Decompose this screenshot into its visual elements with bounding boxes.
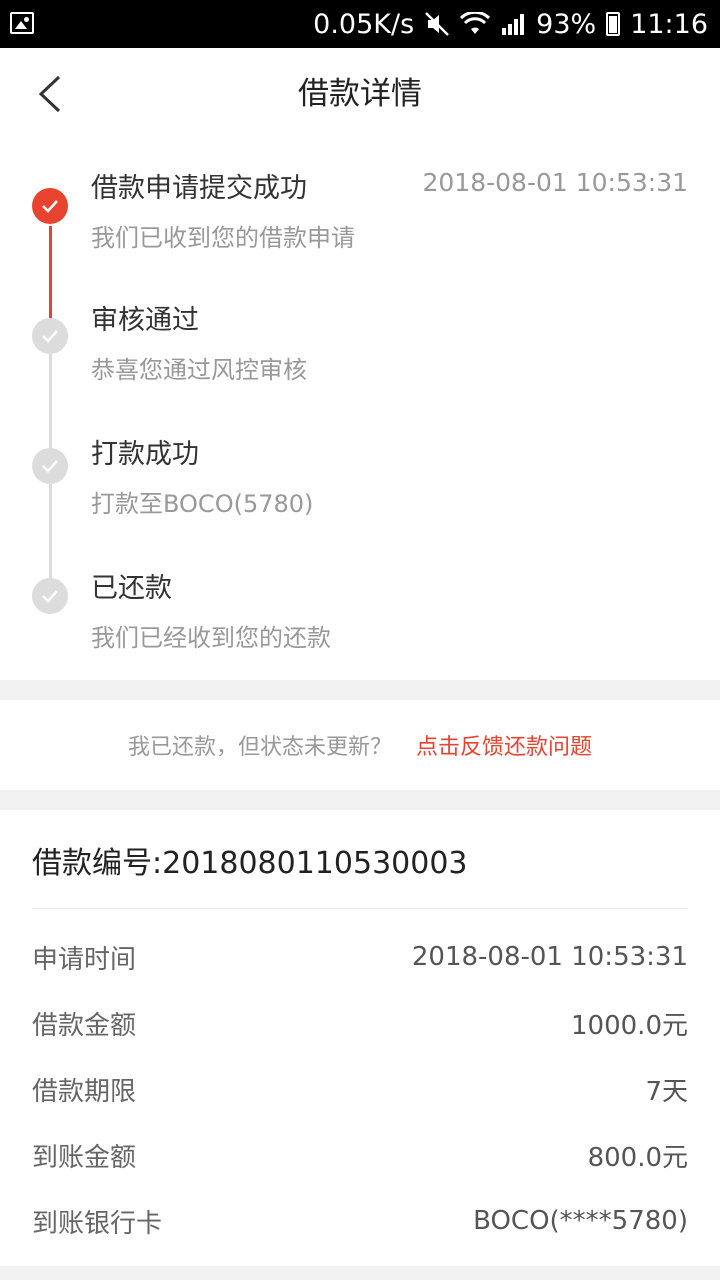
timeline-line [49,354,52,454]
signal-icon [500,12,526,36]
detail-value: 2018-08-01 10:53:31 [411,942,688,972]
detail-value: 7天 [645,1076,688,1107]
loan-progress-timeline: 借款申请提交成功 2018-08-01 10:53:31 我们已收到您的借款申请… [0,140,720,680]
step-desc: 打款至BOCO(5780) [91,490,314,518]
step-title: 审核通过 [91,305,199,336]
step-pending-icon [32,448,68,484]
detail-value: 800.0元 [587,1142,688,1173]
detail-label: 借款期限 [32,1076,137,1107]
app-header: 借款详情 [0,48,720,140]
step-title: 借款申请提交成功 [91,173,307,204]
detail-row-received-amount: 到账金额 800.0元 [32,1122,688,1188]
detail-row-bank-card: 到账银行卡 BOCO(****5780) [32,1188,688,1254]
battery-icon [606,12,621,36]
mute-icon [424,11,450,37]
feedback-link[interactable]: 点击反馈还款问题 [416,729,592,761]
wifi-icon [460,12,491,36]
detail-value: BOCO(****5780) [473,1206,688,1236]
step-title: 已还款 [91,573,172,604]
repayment-feedback-bar: 我已还款，但状态未更新？ 点击反馈还款问题 [0,700,720,790]
network-speed: 0.05K/s [313,8,415,40]
status-bar-right: 0.05K/s 93% 11:16 [313,0,708,48]
detail-row-term: 借款期限 7天 [32,1056,688,1122]
battery-percent: 93% [536,8,597,40]
page-title: 借款详情 [298,76,422,112]
status-bar: 0.05K/s 93% 11:16 [0,0,720,48]
check-icon [42,200,58,213]
step-desc: 恭喜您通过风控审核 [91,356,307,384]
check-icon [42,460,58,473]
divider [32,908,688,909]
timeline-line-active [49,226,52,328]
detail-value: 1000.0元 [571,1010,688,1041]
gallery-notification-icon [10,12,34,34]
feedback-prompt: 我已还款，但状态未更新？ [127,735,392,760]
detail-label: 到账金额 [32,1142,137,1173]
timeline-line [49,484,52,584]
step-done-icon [32,188,68,224]
step-pending-icon [32,578,68,614]
detail-row-apply-time: 申请时间 2018-08-01 10:53:31 [32,924,688,990]
check-icon [42,330,58,343]
clock: 11:16 [630,8,708,40]
detail-label: 借款金额 [32,1010,137,1041]
step-desc: 我们已收到您的借款申请 [91,224,355,252]
detail-label: 到账银行卡 [32,1208,163,1239]
step-pending-icon [32,318,68,354]
step-desc: 我们已经收到您的还款 [91,624,331,652]
loan-number: 借款编号:2018080110530003 [32,846,468,881]
step-title: 打款成功 [91,439,199,470]
detail-row-amount: 借款金额 1000.0元 [32,990,688,1056]
step-time: 2018-08-01 10:53:31 [422,168,688,197]
loan-details-card: 借款编号:2018080110530003 申请时间 2018-08-01 10… [0,810,720,1266]
detail-label: 申请时间 [32,944,137,975]
check-icon [42,590,58,603]
